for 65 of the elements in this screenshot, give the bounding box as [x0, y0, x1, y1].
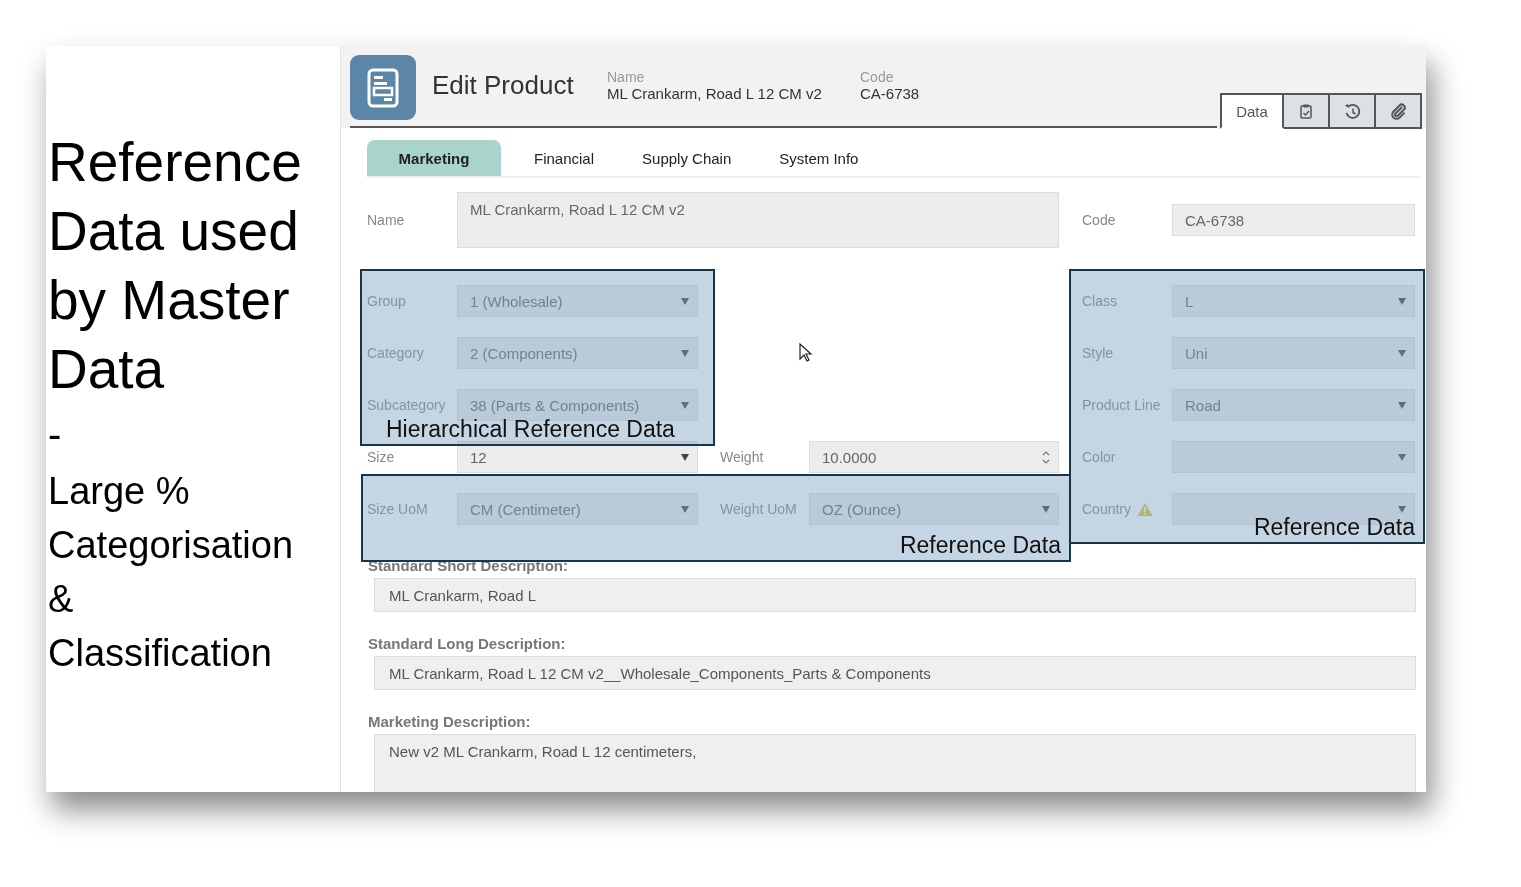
field-label: Name [367, 212, 406, 228]
form-tab[interactable]: Marketing [367, 140, 501, 176]
view-tab[interactable] [1284, 93, 1330, 129]
field-label: Class [1082, 293, 1117, 309]
name-caption: Name [607, 69, 646, 85]
view-tab[interactable] [1376, 93, 1422, 129]
field-label: Product Line [1082, 397, 1161, 413]
description-field[interactable]: ML Crankarm, Road L 12 CM v2__Wholesale_Components_Parts & Components [374, 656, 1416, 690]
warning-icon [1137, 501, 1154, 517]
slide-subtitle-line: & [48, 577, 74, 622]
field-label: Category [367, 345, 424, 361]
form-tab[interactable]: Financial [510, 140, 619, 176]
description-label: Marketing Description: [368, 713, 531, 730]
caret-icon [1398, 297, 1406, 305]
view-tab[interactable] [1330, 93, 1376, 129]
description-field[interactable]: ML Crankarm, Road L [374, 578, 1416, 612]
caret-icon [681, 453, 689, 461]
field-label: Country [1082, 501, 1132, 517]
field-label: Size [367, 449, 395, 465]
slide-subtitle-line: Large % [48, 469, 190, 514]
caret-icon [681, 297, 689, 305]
slide-subtitle-line: Categorisation [48, 523, 294, 568]
annotation-label: Reference Data [1253, 514, 1415, 540]
slide-title-line: by Master [48, 268, 290, 333]
field-label: Subcategory [367, 397, 446, 413]
page-title: Edit Product [432, 70, 575, 101]
caret-icon [1398, 401, 1406, 409]
form-tab[interactable]: System Info [755, 140, 883, 176]
slide-subtitle-line: Classification [48, 631, 272, 676]
field-label: Weight UoM [720, 501, 797, 517]
code-caption: Code [860, 69, 895, 85]
caret-icon [681, 401, 689, 409]
caret-icon [1398, 453, 1406, 461]
clipboard-icon [1297, 102, 1315, 120]
description-field[interactable]: New v2 ML Crankarm, Road L 12 centimeters, [374, 734, 1416, 792]
caret-icon [681, 505, 689, 513]
paperclip-icon [1389, 102, 1407, 120]
caret-icon [681, 349, 689, 357]
code-field[interactable]: CA-6738 [1172, 204, 1415, 236]
form-tab[interactable]: Supply Chain [618, 140, 756, 176]
annotation-label: Reference Data [899, 532, 1061, 558]
field-label: Color [1082, 449, 1116, 465]
field-label: Weight [720, 449, 764, 465]
slide-dash: - [48, 411, 62, 458]
field-label: Style [1082, 345, 1114, 361]
field-label: Code [1082, 212, 1117, 228]
document-icon [350, 55, 416, 120]
dropdown[interactable]: 12 [457, 441, 698, 473]
caret-icon [1042, 505, 1050, 513]
product-code: CA-6738 [860, 85, 920, 103]
field-label: Group [367, 293, 406, 309]
product-name: ML Crankarm, Road L 12 CM v2 [607, 85, 823, 103]
cursor-icon [799, 343, 814, 363]
slide-title-line: Reference [48, 130, 302, 195]
slide-title-line: Data used [48, 199, 299, 264]
number-field[interactable]: 10.0000 [809, 441, 1059, 473]
slide-title-line: Data [48, 337, 165, 402]
description-label: Standard Long Description: [368, 635, 566, 652]
spinner-arrows-icon[interactable] [1042, 449, 1050, 465]
field-label: Size UoM [367, 501, 428, 517]
view-tab[interactable]: Data [1220, 93, 1284, 129]
name-field[interactable]: ML Crankarm, Road L 12 CM v2 [457, 192, 1059, 248]
caret-icon [1398, 349, 1406, 357]
history-icon [1343, 102, 1361, 120]
caret-icon [1398, 505, 1406, 513]
